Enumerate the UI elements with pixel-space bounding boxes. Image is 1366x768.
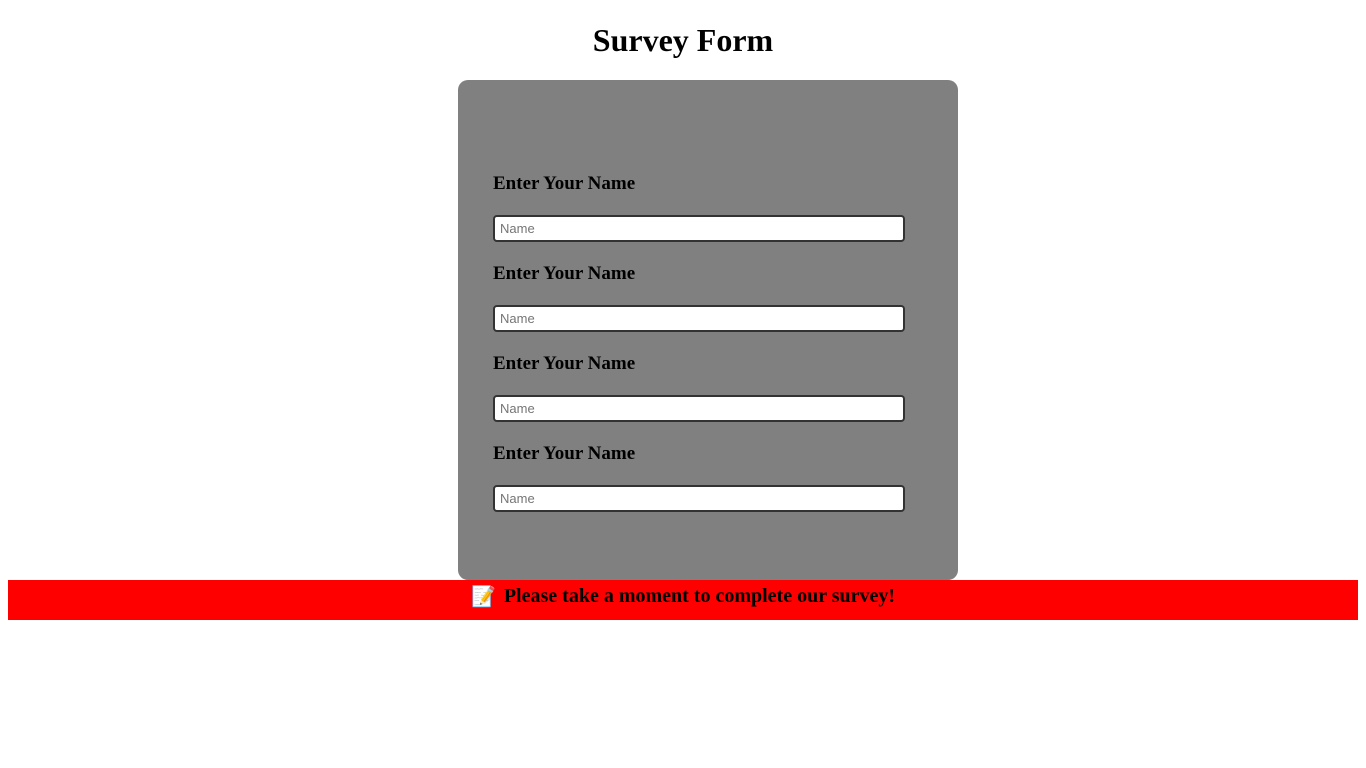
name-field-group-3: Enter Your Name xyxy=(493,352,905,422)
name-field-label: Enter Your Name xyxy=(493,443,636,464)
name-input[interactable] xyxy=(493,305,905,332)
name-input[interactable] xyxy=(493,485,905,512)
name-field-group-1: Enter Your Name xyxy=(493,172,905,242)
survey-form-card: Enter Your Name Enter Your Name Enter Yo… xyxy=(458,80,958,580)
survey-banner: 📝 Please take a moment to complete our s… xyxy=(8,580,1358,620)
name-field-label: Enter Your Name xyxy=(493,263,636,284)
name-input[interactable] xyxy=(493,395,905,422)
name-field-group-2: Enter Your Name xyxy=(493,262,905,332)
page-title: Survey Form xyxy=(592,22,774,58)
banner-text: Please take a moment to complete our sur… xyxy=(503,585,896,607)
name-input[interactable] xyxy=(493,215,905,242)
memo-icon: 📝 xyxy=(470,584,496,608)
name-field-label: Enter Your Name xyxy=(493,353,636,374)
name-field-group-4: Enter Your Name xyxy=(493,442,905,512)
name-field-label: Enter Your Name xyxy=(493,173,636,194)
